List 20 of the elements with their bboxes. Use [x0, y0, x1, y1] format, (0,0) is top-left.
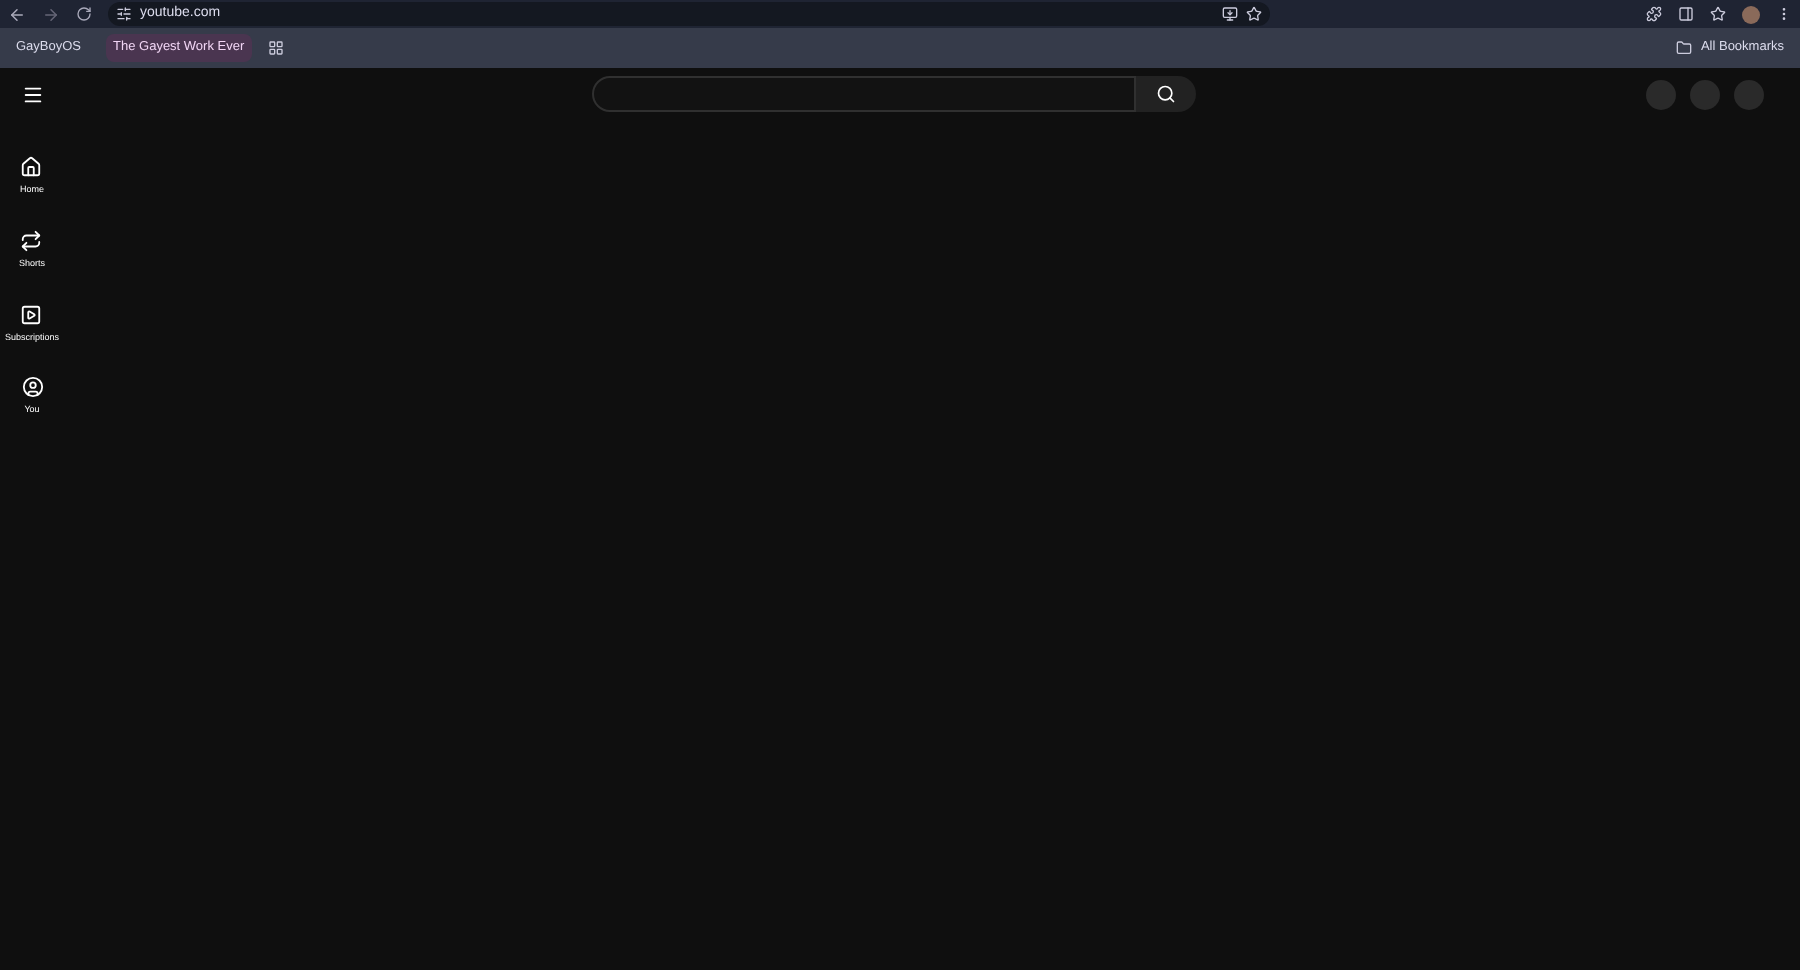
extensions-icon[interactable]: [1646, 6, 1662, 22]
home-icon: [20, 156, 43, 178]
menu-icon[interactable]: [21, 84, 43, 106]
play-box-icon: [20, 303, 43, 325]
apps-grid-icon[interactable]: [268, 40, 285, 56]
install-icon[interactable]: [1222, 6, 1238, 22]
search-field[interactable]: [592, 76, 1136, 112]
folder-icon: [1676, 40, 1693, 56]
search-icon: [1156, 84, 1176, 104]
search-button[interactable]: [1136, 76, 1196, 112]
forward-icon[interactable]: [42, 5, 60, 23]
loop-icon: [20, 229, 43, 252]
back-icon[interactable]: [8, 5, 26, 23]
profile-avatar[interactable]: [1742, 5, 1760, 23]
bookmark-star-icon[interactable]: [1246, 6, 1262, 22]
star-icon[interactable]: [1710, 6, 1726, 22]
reload-icon[interactable]: [76, 6, 92, 22]
site-settings-icon[interactable]: [116, 6, 132, 22]
person-icon: [21, 376, 43, 399]
side-panel-icon[interactable]: [1678, 6, 1694, 22]
